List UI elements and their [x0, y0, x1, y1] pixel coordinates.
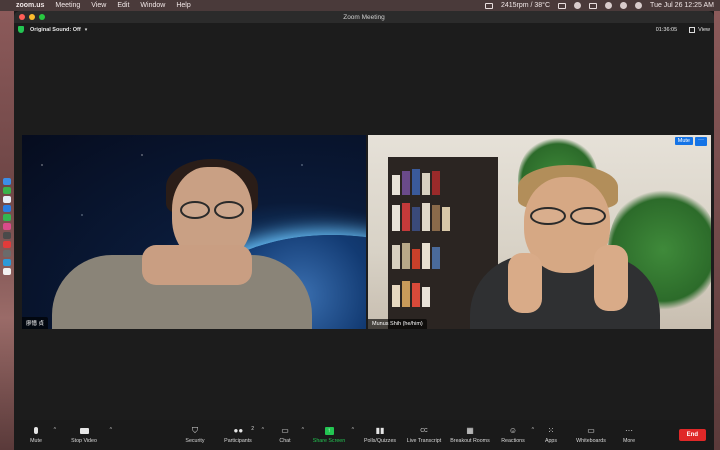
mute-participant-button[interactable]: Mute	[674, 137, 693, 145]
meeting-topbar: Original Sound: Off ▾ 01:36:05 View	[14, 23, 714, 36]
dock-app-icon[interactable]	[3, 223, 11, 230]
glasses-left-lens	[180, 201, 210, 219]
dock-app-icon[interactable]	[3, 250, 11, 257]
chevron-up-icon[interactable]: ^	[54, 427, 56, 433]
wifi-icon[interactable]	[605, 2, 613, 9]
grid-view-icon	[689, 26, 696, 33]
sound-icon[interactable]	[574, 2, 582, 9]
control-center-icon[interactable]	[635, 2, 643, 9]
dock	[3, 178, 12, 278]
microphone-icon	[32, 426, 41, 435]
whiteboards-button[interactable]: ▭ Whiteboards	[572, 420, 610, 450]
desktop-wallpaper-right	[714, 11, 720, 450]
dock-app-icon[interactable]	[3, 196, 11, 203]
dock-app-icon[interactable]	[3, 214, 11, 221]
more-button[interactable]: ··· More	[618, 420, 640, 450]
shelf-row	[392, 201, 494, 231]
zoom-status-icon[interactable]	[484, 2, 493, 9]
encryption-shield-icon[interactable]	[18, 26, 24, 33]
polls-icon: ▮▮	[375, 425, 385, 435]
security-button[interactable]: ⛉ Security	[178, 420, 212, 450]
breakout-rooms-button[interactable]: ▦ Breakout Rooms	[448, 420, 492, 450]
participant-name-tag: Munus Shih (he/him)	[368, 319, 427, 329]
dock-app-icon[interactable]	[3, 205, 11, 212]
end-meeting-button[interactable]: End	[678, 429, 706, 441]
participant-more-button[interactable]: ···	[695, 137, 707, 146]
apps-button[interactable]: ⁙ Apps	[540, 420, 562, 450]
breakout-icon: ▦	[466, 425, 474, 435]
menubar-status-area: 2415rpm / 38°C Tue Jul 26 12:25 AM	[484, 2, 714, 9]
chevron-up-icon[interactable]: ^	[302, 427, 304, 433]
glasses-left-lens	[530, 207, 566, 225]
window-titlebar: Zoom Meeting	[14, 11, 714, 23]
participant-hand-left	[508, 253, 542, 313]
whiteboard-icon: ▭	[587, 425, 595, 435]
shield-icon: ⛉	[192, 425, 198, 435]
battery-icon[interactable]	[589, 2, 598, 9]
view-label: View	[698, 26, 710, 33]
menu-view[interactable]: View	[91, 2, 106, 9]
meeting-timer: 01:36:05	[655, 26, 678, 33]
search-icon[interactable]	[620, 2, 628, 9]
polls-quizzes-button[interactable]: ▮▮ Polls/Quizzes	[362, 420, 398, 450]
stop-video-button[interactable]: Stop Video ^	[62, 420, 112, 450]
menu-app-name[interactable]: zoom.us	[16, 2, 44, 9]
chat-icon: ▭	[281, 425, 289, 435]
reactions-icon: ☺	[508, 425, 518, 435]
glasses-right-lens	[570, 207, 606, 225]
video-tile-participant-2[interactable]: Mute ··· Munus Shih (he/him)	[368, 135, 711, 329]
shelf-row	[392, 165, 494, 195]
view-button[interactable]: View	[689, 26, 710, 33]
share-screen-button[interactable]: ↑ Share Screen ^	[310, 420, 354, 450]
chevron-up-icon[interactable]: ^	[532, 427, 534, 433]
participants-icon: ●●	[233, 425, 244, 435]
mute-button[interactable]: Mute ^	[22, 420, 56, 450]
chevron-up-icon[interactable]: ^	[352, 427, 354, 433]
menu-edit[interactable]: Edit	[117, 2, 129, 9]
dock-app-icon[interactable]	[3, 187, 11, 194]
participant-hands	[142, 245, 252, 285]
dock-app-icon[interactable]	[3, 178, 11, 185]
more-icon: ···	[625, 425, 633, 435]
chevron-up-icon[interactable]: ^	[262, 427, 264, 433]
menu-window[interactable]: Window	[140, 2, 165, 9]
shelf-row	[392, 239, 494, 269]
video-tile-participant-1[interactable]: 廖憶 貞	[22, 135, 366, 329]
glasses-right-lens	[214, 201, 244, 219]
dock-app-icon[interactable]	[3, 232, 11, 239]
meeting-controls-toolbar: Mute ^ Stop Video ^ ⛉ Security ●● Partic…	[14, 420, 714, 450]
dock-app-icon[interactable]	[3, 259, 11, 266]
screen-icon[interactable]	[558, 2, 567, 9]
chat-button[interactable]: ▭ Chat ^	[272, 420, 304, 450]
menu-meeting[interactable]: Meeting	[55, 2, 80, 9]
apps-icon: ⁙	[547, 425, 555, 435]
menu-bar: zoom.us Meeting View Edit Window Help 24…	[0, 0, 720, 11]
dock-app-icon[interactable]	[3, 241, 11, 248]
zoom-meeting-window: Zoom Meeting Original Sound: Off ▾ 01:36…	[14, 11, 714, 450]
datetime[interactable]: Tue Jul 26 12:25 AM	[650, 2, 714, 9]
live-transcript-button[interactable]: CC Live Transcript	[404, 420, 444, 450]
window-title: Zoom Meeting	[343, 13, 385, 21]
chevron-up-icon[interactable]: ^	[110, 427, 112, 433]
participant-hand-right	[594, 245, 628, 311]
dock-app-icon[interactable]	[3, 268, 11, 275]
share-screen-icon: ↑	[324, 426, 334, 435]
original-sound-toggle[interactable]: Original Sound: Off	[30, 27, 81, 33]
video-camera-icon	[79, 427, 89, 435]
chevron-down-icon[interactable]: ▾	[85, 27, 88, 33]
menu-help[interactable]: Help	[176, 2, 190, 9]
fan-status-text[interactable]: 2415rpm / 38°C	[501, 2, 550, 9]
cc-icon: CC	[420, 427, 428, 434]
participants-button[interactable]: ●● Participants 2 ^	[218, 420, 264, 450]
participant-name-tag: 廖憶 貞	[22, 317, 49, 329]
reactions-button[interactable]: ☺ Reactions ^	[498, 420, 534, 450]
participants-count: 2	[251, 426, 254, 432]
